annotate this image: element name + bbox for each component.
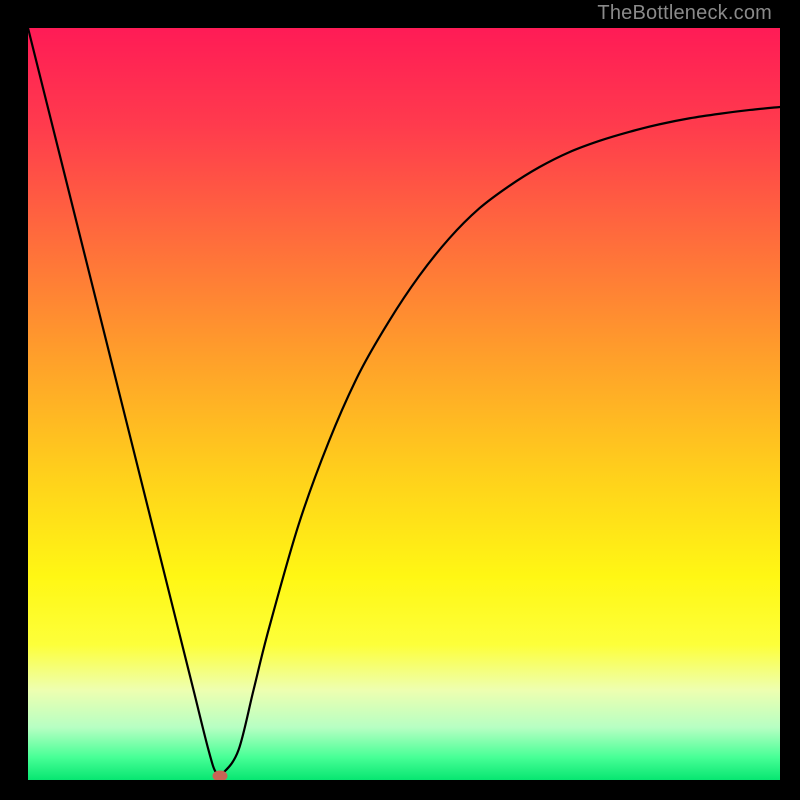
curve-layer [28, 28, 780, 780]
plot-area [28, 28, 780, 780]
watermark-text: TheBottleneck.com [597, 2, 772, 25]
bottleneck-curve [28, 28, 780, 775]
optimal-point-marker [212, 771, 227, 780]
chart-frame [24, 24, 784, 784]
